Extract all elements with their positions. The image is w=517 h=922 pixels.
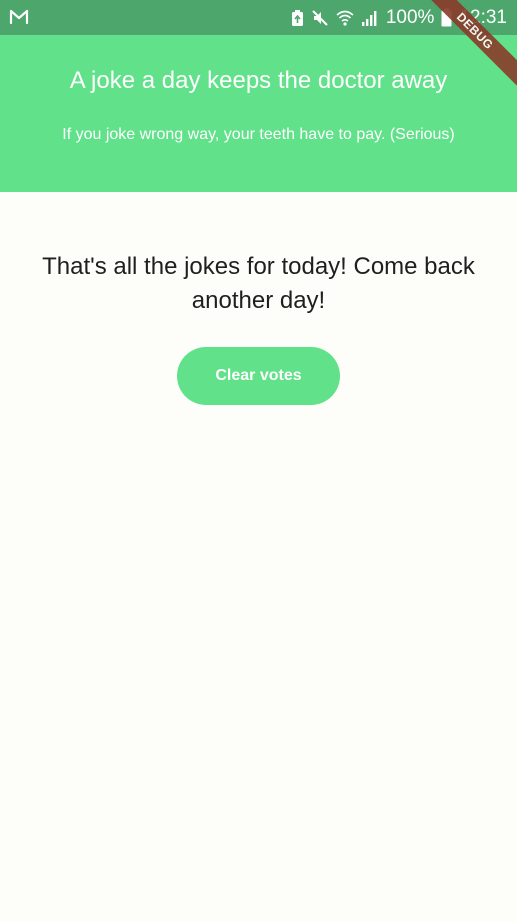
clear-votes-button[interactable]: Clear votes [177, 347, 340, 405]
clock: 12:31 [459, 7, 507, 28]
status-bar: 100% 12:31 [0, 0, 517, 35]
gmail-icon [9, 8, 29, 26]
wifi-icon [336, 9, 354, 27]
end-of-jokes-message: That's all the jokes for today! Come bac… [42, 253, 475, 314]
battery-saver-icon [291, 9, 304, 27]
app-header: A joke a day keeps the doctor away If yo… [0, 35, 517, 192]
mute-icon [311, 9, 329, 27]
status-icons: 100% 12:31 [291, 0, 507, 35]
battery-icon [441, 8, 452, 27]
page-subtitle: If you joke wrong way, your teeth have t… [62, 126, 455, 143]
battery-percent: 100% [385, 7, 435, 28]
signal-icon [361, 9, 379, 27]
page-title: A joke a day keeps the doctor away [69, 67, 448, 94]
